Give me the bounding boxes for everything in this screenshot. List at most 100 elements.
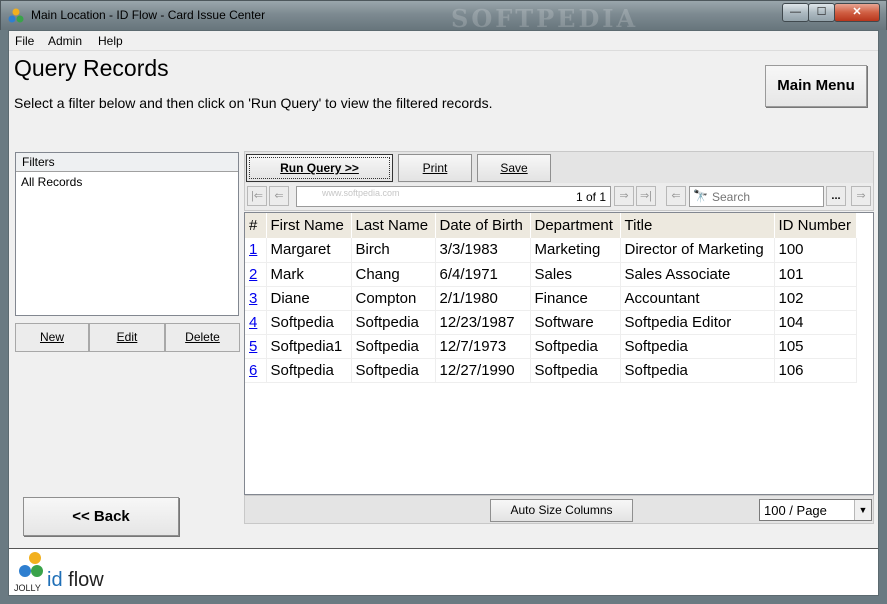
grid-footer: Auto Size Columns 100 / Page ▼ bbox=[244, 495, 874, 524]
cell-title: Softpedia bbox=[620, 334, 775, 359]
row-link[interactable]: 1 bbox=[245, 238, 267, 263]
records-table: # First Name Last Name Date of Birth Dep… bbox=[245, 213, 857, 383]
close-button[interactable]: ✕ bbox=[834, 3, 880, 22]
filters-header: Filters bbox=[16, 153, 238, 172]
cell-last-name: Compton bbox=[351, 286, 436, 311]
column-header-id-number[interactable]: ID Number bbox=[774, 213, 857, 238]
table-row[interactable]: 6 Softpedia Softpedia 12/27/1990 Softped… bbox=[245, 358, 857, 383]
app-icon bbox=[8, 8, 24, 23]
column-header-last-name[interactable]: Last Name bbox=[351, 213, 436, 238]
new-filter-label: New bbox=[39, 330, 64, 344]
back-arrow-icon[interactable]: ⇐ bbox=[666, 186, 686, 206]
search-input[interactable] bbox=[710, 188, 820, 205]
main-menu-button[interactable]: Main Menu bbox=[765, 65, 867, 107]
row-link[interactable]: 2 bbox=[245, 262, 267, 287]
maximize-button[interactable]: ☐ bbox=[808, 3, 835, 22]
row-link[interactable]: 4 bbox=[245, 310, 267, 335]
softpedia-watermark: SOFTPEDIA bbox=[451, 4, 639, 33]
cell-department: Finance bbox=[530, 286, 621, 311]
title-bar: Main Location - ID Flow - Card Issue Cen… bbox=[0, 0, 887, 33]
filter-item-all-records[interactable]: All Records bbox=[16, 172, 238, 189]
delete-filter-button[interactable]: Delete bbox=[165, 323, 240, 352]
navigator-watermark: www.softpedia.com bbox=[322, 188, 400, 198]
column-header-department[interactable]: Department bbox=[530, 213, 621, 238]
cell-department: Softpedia bbox=[530, 358, 621, 383]
column-header-date-of-birth[interactable]: Date of Birth bbox=[435, 213, 531, 238]
cell-id-number: 101 bbox=[774, 262, 857, 287]
records-grid[interactable]: # First Name Last Name Date of Birth Dep… bbox=[244, 212, 874, 495]
cell-id-number: 106 bbox=[774, 358, 857, 383]
row-link[interactable]: 6 bbox=[245, 358, 267, 383]
cell-date-of-birth: 3/3/1983 bbox=[435, 238, 531, 263]
search-box[interactable]: 🔭 bbox=[689, 186, 824, 207]
cell-first-name: Mark bbox=[266, 262, 352, 287]
menu-help[interactable]: Help bbox=[98, 34, 123, 48]
table-row[interactable]: 4 Softpedia Softpedia 12/23/1987 Softwar… bbox=[245, 310, 857, 335]
record-navigator: |⇐ ⇐ www.softpedia.com 1 of 1 ⇒ ⇒| ⇐ 🔭 .… bbox=[244, 183, 874, 211]
save-label: Save bbox=[500, 161, 528, 175]
brand-id: id bbox=[47, 569, 63, 591]
forward-arrow-icon[interactable]: ⇒ bbox=[851, 186, 871, 206]
new-filter-button[interactable]: New bbox=[15, 323, 89, 352]
cell-last-name: Softpedia bbox=[351, 358, 436, 383]
page-size-value: 100 / Page bbox=[764, 503, 827, 518]
run-query-button[interactable]: Run Query >> bbox=[246, 154, 393, 182]
last-page-icon[interactable]: ⇒| bbox=[636, 186, 656, 206]
cell-title: Accountant bbox=[620, 286, 775, 311]
first-page-icon[interactable]: |⇐ bbox=[247, 186, 267, 206]
page-size-select[interactable]: 100 / Page ▼ bbox=[759, 499, 872, 521]
cell-id-number: 102 bbox=[774, 286, 857, 311]
cell-department: Softpedia bbox=[530, 334, 621, 359]
header-row: # First Name Last Name Date of Birth Dep… bbox=[245, 213, 857, 238]
page-indicator: 1 of 1 bbox=[575, 190, 606, 204]
row-link[interactable]: 3 bbox=[245, 286, 267, 311]
save-button[interactable]: Save bbox=[477, 154, 551, 182]
menu-admin[interactable]: Admin bbox=[48, 34, 82, 48]
cell-last-name: Chang bbox=[351, 262, 436, 287]
cell-id-number: 104 bbox=[774, 310, 857, 335]
brand-flow: flow bbox=[62, 569, 104, 591]
row-link[interactable]: 5 bbox=[245, 334, 267, 359]
table-row[interactable]: 3 Diane Compton 2/1/1980 Finance Account… bbox=[245, 286, 857, 311]
auto-size-columns-button[interactable]: Auto Size Columns bbox=[490, 499, 633, 522]
filters-list[interactable]: Filters All Records bbox=[15, 152, 239, 316]
menu-bar: File Admin Help bbox=[9, 31, 878, 51]
column-header-number[interactable]: # bbox=[245, 213, 267, 238]
window-title: Main Location - ID Flow - Card Issue Cen… bbox=[31, 8, 266, 22]
cell-department: Software bbox=[530, 310, 621, 335]
table-row[interactable]: 2 Mark Chang 6/4/1971 Sales Sales Associ… bbox=[245, 262, 857, 287]
edit-filter-button[interactable]: Edit bbox=[89, 323, 165, 352]
cell-first-name: Margaret bbox=[266, 238, 352, 263]
previous-page-icon[interactable]: ⇐ bbox=[269, 186, 289, 206]
column-header-title[interactable]: Title bbox=[620, 213, 775, 238]
cell-date-of-birth: 12/23/1987 bbox=[435, 310, 531, 335]
main-content: Query Records Select a filter below and … bbox=[9, 51, 878, 548]
back-button[interactable]: << Back bbox=[23, 497, 179, 536]
cell-last-name: Softpedia bbox=[351, 310, 436, 335]
table-row[interactable]: 1 Margaret Birch 3/3/1983 Marketing Dire… bbox=[245, 238, 857, 263]
cell-department: Marketing bbox=[530, 238, 621, 263]
cell-title: Sales Associate bbox=[620, 262, 775, 287]
minimize-button[interactable]: — bbox=[782, 3, 809, 22]
cell-title: Softpedia Editor bbox=[620, 310, 775, 335]
page-indicator-box: www.softpedia.com 1 of 1 bbox=[296, 186, 611, 207]
print-button[interactable]: Print bbox=[398, 154, 472, 182]
menu-file[interactable]: File bbox=[15, 34, 34, 48]
table-row[interactable]: 5 Softpedia1 Softpedia 12/7/1973 Softped… bbox=[245, 334, 857, 359]
cell-id-number: 105 bbox=[774, 334, 857, 359]
chevron-down-icon[interactable]: ▼ bbox=[854, 500, 871, 520]
binoculars-icon: 🔭 bbox=[693, 189, 708, 203]
cell-first-name: Softpedia1 bbox=[266, 334, 352, 359]
window-client: File Admin Help Query Records Select a f… bbox=[8, 30, 879, 596]
cell-first-name: Softpedia bbox=[266, 310, 352, 335]
cell-last-name: Birch bbox=[351, 238, 436, 263]
column-header-first-name[interactable]: First Name bbox=[266, 213, 352, 238]
next-page-icon[interactable]: ⇒ bbox=[614, 186, 634, 206]
cell-first-name: Diane bbox=[266, 286, 352, 311]
jolly-logo: JOLLY bbox=[14, 552, 43, 593]
edit-filter-label: Edit bbox=[116, 330, 138, 344]
search-options-button[interactable]: ... bbox=[826, 186, 846, 206]
cell-title: Director of Marketing bbox=[620, 238, 775, 263]
cell-date-of-birth: 12/27/1990 bbox=[435, 358, 531, 383]
instructions-text: Select a filter below and then click on … bbox=[14, 95, 493, 111]
